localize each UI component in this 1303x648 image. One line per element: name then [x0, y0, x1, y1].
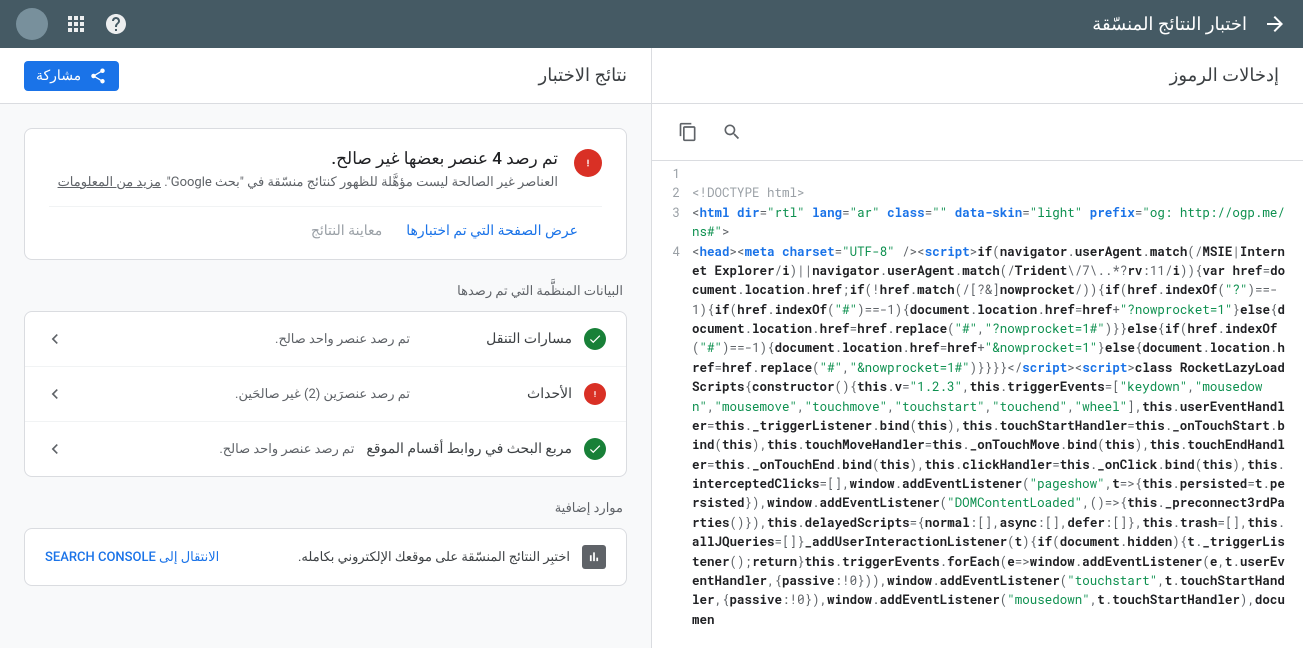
summary-status-icon — [574, 149, 602, 177]
topbar: اختبار النتائج المنسّقة — [0, 0, 1303, 48]
resources-section-label: موارد إضافية — [28, 501, 623, 516]
list-item[interactable]: الأحداث تم رصد عنصرَين (2) غير صالحَين. — [25, 366, 626, 421]
item-detail: تم رصد عنصر واحد صالح. — [65, 442, 354, 457]
item-detail: تم رصد عنصر واحد صالح. — [65, 332, 410, 347]
code-line: <!DOCTYPE html> — [692, 184, 1303, 203]
detected-items-card: مسارات التنقل تم رصد عنصر واحد صالح. الأحد… — [24, 311, 627, 477]
summary-subtitle: العناصر غير الصالحة ليست مؤهَّلة للظهور … — [49, 175, 558, 190]
help-icon[interactable] — [104, 12, 128, 36]
copy-icon — [678, 122, 698, 142]
code-line: <head><meta charset="UTF-8" /><script>if… — [692, 243, 1303, 631]
results-title: نتائج الاختبار — [539, 65, 627, 86]
check-icon — [584, 328, 606, 350]
results-content: تم رصد 4 عنصر بعضها غير صالح. العناصر غي… — [0, 104, 651, 648]
error-icon — [580, 155, 596, 171]
copy-button[interactable] — [668, 112, 708, 152]
check-icon — [584, 438, 606, 460]
detected-section-label: البيانات المنظَّمة التي تم رصدها — [28, 284, 623, 299]
share-button[interactable]: مشاركة — [24, 61, 119, 91]
preview-results-button: معاينة النتائج — [311, 223, 382, 239]
search-console-link[interactable]: الانتقال إلى SEARCH CONSOLE — [45, 550, 219, 565]
item-label: الأحداث — [422, 386, 572, 402]
results-header: نتائج الاختبار مشاركة — [0, 48, 651, 104]
search-button[interactable] — [712, 112, 752, 152]
item-label: مربع البحث في روابط أقسام الموقع — [366, 441, 572, 457]
list-item[interactable]: مسارات التنقل تم رصد عنصر واحد صالح. — [25, 312, 626, 366]
code-line — [692, 165, 1303, 184]
code-toolbar — [652, 104, 1303, 161]
code-pane-header: إدخالات الرموز — [652, 48, 1303, 104]
back-arrow-icon[interactable] — [1263, 12, 1287, 36]
summary-card: تم رصد 4 عنصر بعضها غير صالح. العناصر غي… — [24, 128, 627, 260]
chevron-left-icon — [45, 384, 65, 404]
apps-icon[interactable] — [64, 12, 88, 36]
share-label: مشاركة — [36, 67, 81, 84]
chevron-left-icon — [45, 329, 65, 349]
item-label: مسارات التنقل — [422, 331, 572, 347]
chevron-left-icon — [45, 439, 65, 459]
summary-title: تم رصد 4 عنصر بعضها غير صالح. — [49, 149, 558, 169]
main: إدخالات الرموز 1 2<!DOCTYPE html> 3<html… — [0, 48, 1303, 648]
search-icon — [722, 122, 742, 142]
item-detail: تم رصد عنصرَين (2) غير صالحَين. — [65, 387, 410, 402]
resource-text: اختبِر النتائج المنسّقة على موقعك الإلكت… — [231, 550, 570, 565]
code-pane: إدخالات الرموز 1 2<!DOCTYPE html> 3<html… — [651, 48, 1303, 648]
code-line: <html dir="rtl" lang="ar" class="" data-… — [692, 204, 1303, 243]
results-pane: نتائج الاختبار مشاركة تم رصد 4 عنصر بعضه… — [0, 48, 651, 648]
code-viewer[interactable]: 1 2<!DOCTYPE html> 3<html dir="rtl" lang… — [652, 161, 1303, 648]
resources-card: اختبِر النتائج المنسّقة على موقعك الإلكت… — [24, 528, 627, 586]
app-title: اختبار النتائج المنسّقة — [1092, 14, 1247, 35]
code-pane-title: إدخالات الرموز — [1170, 65, 1279, 86]
view-tested-page-button[interactable]: عرض الصفحة التي تم اختبارها — [406, 223, 578, 239]
error-icon — [584, 383, 606, 405]
share-icon — [89, 67, 107, 85]
resource-row[interactable]: اختبِر النتائج المنسّقة على موقعك الإلكت… — [25, 529, 626, 585]
avatar[interactable] — [16, 8, 48, 40]
list-item[interactable]: مربع البحث في روابط أقسام الموقع تم رصد ع… — [25, 421, 626, 476]
more-info-link[interactable]: مزيد من المعلومات — [58, 175, 161, 190]
analytics-icon — [582, 545, 606, 569]
